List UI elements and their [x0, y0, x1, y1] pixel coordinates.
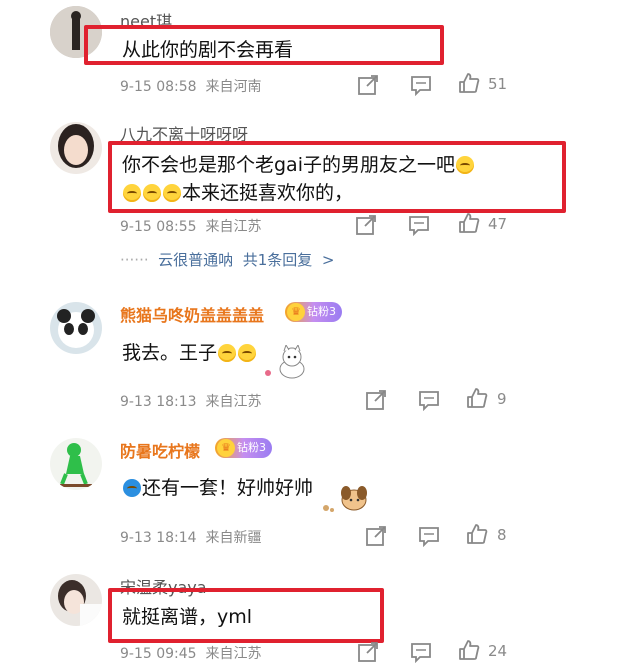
badge-label: 钻粉3 — [237, 441, 266, 454]
username[interactable]: 防暑吃柠檬 — [120, 438, 200, 462]
reply-preview[interactable]: ······ 云很普通呐 共1条回复 > — [120, 249, 334, 270]
fan-badge: ♛ 钻粉3 — [285, 302, 342, 322]
crown-icon: ♛ — [287, 303, 305, 321]
like-icon[interactable] — [458, 639, 480, 661]
timestamp: 9-15 08:55 — [120, 219, 197, 235]
avatar[interactable] — [50, 122, 102, 174]
puppy-sticker-icon — [323, 486, 367, 512]
comment-time: 9-13 18:14 来自新疆 — [120, 527, 261, 547]
avatar[interactable] — [50, 574, 102, 626]
highlight-box — [108, 141, 566, 213]
reply-user[interactable]: 云很普通呐 — [158, 251, 233, 269]
reply-count[interactable]: 共1条回复 — [243, 251, 313, 269]
reply-dots: ······ — [120, 251, 149, 269]
share-icon[interactable] — [355, 214, 377, 236]
comment-text-line: 还有一套！好帅好帅 — [122, 473, 313, 500]
avatar[interactable] — [50, 302, 102, 354]
crown-icon: ♛ — [217, 439, 235, 457]
share-icon[interactable] — [357, 641, 379, 663]
share-icon[interactable] — [357, 74, 379, 96]
comment-time: 9-15 08:55 来自江苏 — [120, 216, 261, 236]
comment-time: 9-15 08:58 来自河南 — [120, 76, 261, 96]
timestamp: 9-15 08:58 — [120, 79, 197, 95]
avatar[interactable] — [50, 438, 102, 490]
location: 来自江苏 — [205, 394, 262, 410]
highlight-box — [84, 25, 444, 65]
cat-sticker-icon — [265, 345, 305, 379]
like-count: 9 — [497, 390, 507, 408]
cry-emoji-icon — [238, 344, 257, 362]
like-icon[interactable] — [458, 72, 480, 94]
badge-label: 钻粉3 — [307, 305, 336, 318]
comment-icon[interactable] — [418, 525, 440, 547]
doraemon-emoji-icon — [123, 479, 141, 497]
location: 来自河南 — [205, 79, 262, 95]
comment-time: 9-13 18:13 来自江苏 — [120, 391, 261, 411]
share-icon[interactable] — [365, 525, 387, 547]
like-count: 51 — [488, 75, 508, 93]
like-count: 24 — [488, 642, 508, 660]
fan-badge: ♛ 钻粉3 — [215, 438, 272, 458]
share-icon[interactable] — [365, 389, 387, 411]
comment-text-line: 我去。王子 — [122, 338, 257, 365]
comment-icon[interactable] — [410, 74, 432, 96]
timestamp: 9-13 18:14 — [120, 530, 197, 546]
timestamp: 9-13 18:13 — [120, 394, 197, 410]
comment-text: 我去。王子 — [122, 342, 218, 364]
comment-icon[interactable] — [408, 214, 430, 236]
cry-emoji-icon — [218, 344, 237, 362]
like-icon[interactable] — [458, 212, 480, 234]
timestamp: 9-15 09:45 — [120, 646, 197, 662]
like-count: 47 — [488, 215, 508, 233]
chevron-right-icon[interactable]: > — [322, 251, 335, 269]
like-icon[interactable] — [466, 387, 488, 409]
comment-icon[interactable] — [418, 389, 440, 411]
location: 来自江苏 — [205, 219, 262, 235]
location: 来自新疆 — [205, 530, 262, 546]
highlight-box — [108, 588, 384, 643]
comment-text: 还有一套！好帅好帅 — [142, 477, 314, 499]
location: 来自江苏 — [205, 646, 262, 662]
comment-icon[interactable] — [410, 641, 432, 663]
username[interactable]: 熊猫乌咚奶盖盖盖盖 — [120, 302, 264, 326]
like-count: 8 — [497, 526, 507, 544]
comment-time: 9-15 09:45 来自江苏 — [120, 643, 261, 663]
like-icon[interactable] — [466, 523, 488, 545]
